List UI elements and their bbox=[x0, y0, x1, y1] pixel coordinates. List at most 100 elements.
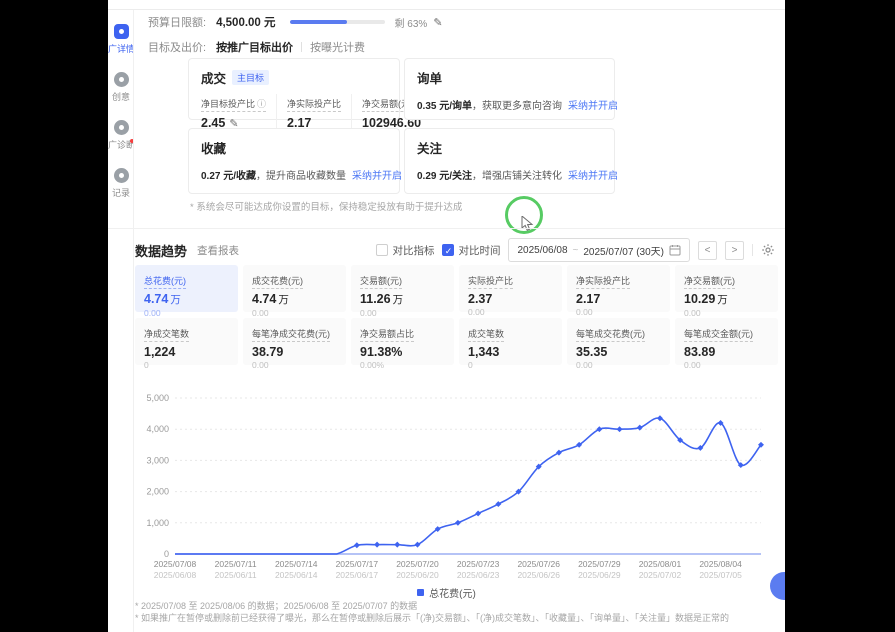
checkbox-checked-icon[interactable]: ✓ bbox=[442, 244, 454, 256]
svg-text:1,000: 1,000 bbox=[146, 518, 169, 528]
inquiry-price: 0.35 元/询单 bbox=[417, 101, 472, 112]
trend-chart[interactable]: 01,0002,0003,0004,0005,0002025/07/082025… bbox=[135, 388, 783, 585]
adopt-inquiry-link[interactable]: 采纳并开启 bbox=[568, 101, 618, 112]
budget-remaining: 剩 63% bbox=[395, 15, 428, 30]
metric-label: 每笔成交花费(元) bbox=[576, 327, 645, 342]
tab-bid-by-impression[interactable]: 按曝光计费 bbox=[310, 39, 365, 55]
metric-value: 4.74万 bbox=[144, 292, 229, 307]
metric-label: 成交笔数 bbox=[468, 327, 504, 342]
sidebar-item-creative[interactable]: 创意 bbox=[108, 72, 134, 103]
legend-label: 总花费(元) bbox=[429, 585, 476, 600]
chart-legend[interactable]: 总花费(元) bbox=[108, 585, 785, 600]
metric-value: 35.35 bbox=[576, 345, 661, 359]
edit-budget-icon[interactable]: ✎ bbox=[433, 16, 442, 29]
date-range-input[interactable]: 2025/06/08 ~ 2025/07/07 (30天) bbox=[508, 238, 690, 262]
metric-compare-value: 0.00 bbox=[252, 360, 337, 370]
metric-compare-value: 0.00 bbox=[684, 308, 769, 318]
metric-label: 每笔净成交花费(元) bbox=[252, 327, 330, 342]
next-period-button[interactable]: > bbox=[725, 241, 744, 260]
metric-compare-value: 0.00 bbox=[468, 307, 553, 317]
metric-value: 4.74万 bbox=[252, 292, 337, 307]
mouse-cursor-icon bbox=[521, 216, 535, 232]
deal-stat-1: 净实际投产比2.17 bbox=[276, 94, 351, 130]
metric-card-5[interactable]: 净交易额(元)10.29万0.00 bbox=[675, 265, 778, 312]
sidebar-item-label: 创意 bbox=[112, 90, 130, 103]
info-icon[interactable]: ⓘ bbox=[257, 97, 266, 110]
metric-card-6[interactable]: 净成交笔数1,2240 bbox=[135, 318, 238, 365]
trend-controls: 对比指标 ✓ 对比时间 2025/06/08 ~ 2025/07/07 (30天… bbox=[376, 238, 775, 262]
svg-text:2025/07/26: 2025/07/26 bbox=[517, 559, 560, 569]
svg-text:2025/07/17: 2025/07/17 bbox=[336, 559, 379, 569]
metric-card-3[interactable]: 实际投产比2.370.00 bbox=[459, 265, 562, 312]
metric-card-10[interactable]: 每笔成交花费(元)35.350.00 bbox=[567, 318, 670, 365]
metric-card-1[interactable]: 成交花费(元)4.74万0.00 bbox=[243, 265, 346, 312]
main-goal-badge: 主目标 bbox=[232, 70, 269, 85]
sidebar-item-diagnosis[interactable]: 广诊断 bbox=[108, 120, 134, 151]
prev-period-button[interactable]: < bbox=[698, 241, 717, 260]
compare-metric-checkbox[interactable]: 对比指标 bbox=[376, 243, 434, 258]
favorite-price: 0.27 元/收藏 bbox=[201, 171, 256, 182]
goal-footnote: * 系统会尽可能达成你设置的目标，保持稳定投放有助于提升达成 bbox=[190, 199, 462, 213]
metric-card-8[interactable]: 净交易额占比91.38%0.00% bbox=[351, 318, 454, 365]
metric-card-9[interactable]: 成交笔数1,3430 bbox=[459, 318, 562, 365]
budget-value: 4,500.00 元 bbox=[216, 14, 275, 30]
sidebar-item-promo-detail[interactable]: 广详情 bbox=[108, 24, 134, 55]
metric-label: 交易额(元) bbox=[360, 274, 402, 289]
budget-label: 预算日限额: bbox=[148, 14, 206, 30]
deal-stat-label: 净实际投产比 bbox=[287, 97, 341, 112]
compare-time-checkbox[interactable]: ✓ 对比时间 bbox=[442, 243, 500, 258]
adopt-favorite-link[interactable]: 采纳并开启 bbox=[352, 171, 402, 182]
checkbox-unchecked-icon[interactable] bbox=[376, 244, 388, 256]
trend-title: 数据趋势 bbox=[135, 241, 187, 260]
settings-gear-icon[interactable] bbox=[761, 243, 775, 257]
metric-card-4[interactable]: 净实际投产比2.170.00 bbox=[567, 265, 670, 312]
metric-value: 91.38% bbox=[360, 345, 445, 359]
sidebar-item-operation-log[interactable]: 记录 bbox=[108, 168, 134, 199]
metric-value: 10.29万 bbox=[684, 292, 769, 307]
follow-desc: 0.29 元/关注，增强店铺关注转化采纳并开启 bbox=[417, 167, 602, 182]
metric-value: 2.37 bbox=[468, 292, 553, 306]
metric-card-7[interactable]: 每笔净成交花费(元)38.790.00 bbox=[243, 318, 346, 365]
diagnosis-icon bbox=[114, 120, 129, 135]
svg-text:3,000: 3,000 bbox=[146, 455, 169, 465]
metric-card-0[interactable]: 总花费(元)4.74万0.00 bbox=[135, 265, 238, 312]
metric-label: 每笔成交金额(元) bbox=[684, 327, 753, 342]
deal-stat-label: 净目标投产比ⓘ bbox=[201, 97, 266, 112]
tab-bid-by-goal[interactable]: 按推广目标出价 bbox=[216, 39, 293, 55]
metric-label: 成交花费(元) bbox=[252, 274, 303, 289]
svg-text:2025/06/23: 2025/06/23 bbox=[457, 570, 500, 580]
svg-text:2025/06/17: 2025/06/17 bbox=[336, 570, 379, 580]
metric-value: 83.89 bbox=[684, 345, 769, 359]
operation-log-icon bbox=[114, 168, 129, 183]
creative-icon bbox=[114, 72, 129, 87]
svg-text:2025/07/29: 2025/07/29 bbox=[578, 559, 621, 569]
favorite-desc: 0.27 元/收藏，提升商品收藏数量采纳并开启 bbox=[201, 167, 387, 182]
tab-separator bbox=[301, 42, 302, 52]
metric-card-2[interactable]: 交易额(元)11.26万0.00 bbox=[351, 265, 454, 312]
view-report-link[interactable]: 查看报表 bbox=[197, 243, 239, 258]
inquiry-title: 询单 bbox=[417, 68, 602, 87]
svg-text:0: 0 bbox=[164, 549, 169, 559]
svg-text:2025/06/08: 2025/06/08 bbox=[154, 570, 197, 580]
metric-label: 净实际投产比 bbox=[576, 274, 630, 289]
follow-price: 0.29 元/关注 bbox=[417, 171, 472, 182]
adopt-follow-link[interactable]: 采纳并开启 bbox=[568, 171, 618, 182]
budget-row: 预算日限额: 4,500.00 元 剩 63% ✎ bbox=[148, 14, 443, 30]
goal-card-follow[interactable]: 关注 0.29 元/关注，增强店铺关注转化采纳并开启 bbox=[404, 128, 615, 194]
sidebar-item-label: 记录 bbox=[112, 186, 130, 199]
goal-card-deal[interactable]: 成交 主目标 净目标投产比ⓘ2.45✎净实际投产比2.17净交易额(元)1029… bbox=[188, 58, 400, 120]
goal-card-inquiry[interactable]: 询单 0.35 元/询单，获取更多意向咨询采纳并开启 bbox=[404, 58, 615, 120]
svg-text:2025/07/08: 2025/07/08 bbox=[154, 559, 197, 569]
inquiry-desc: 0.35 元/询单，获取更多意向咨询采纳并开启 bbox=[417, 97, 602, 112]
svg-text:2025/06/14: 2025/06/14 bbox=[275, 570, 318, 580]
sidebar-item-label: 广详情 bbox=[108, 42, 134, 55]
metric-compare-value: 0.00 bbox=[144, 308, 229, 318]
metric-label: 总花费(元) bbox=[144, 274, 186, 289]
goal-bid-label: 目标及出价: bbox=[148, 39, 206, 55]
svg-text:2025/06/20: 2025/06/20 bbox=[396, 570, 439, 580]
metric-card-11[interactable]: 每笔成交金额(元)83.890.00 bbox=[675, 318, 778, 365]
goal-card-favorite[interactable]: 收藏 0.27 元/收藏，提升商品收藏数量采纳并开启 bbox=[188, 128, 400, 194]
svg-text:2025/07/23: 2025/07/23 bbox=[457, 559, 500, 569]
favorite-title: 收藏 bbox=[201, 138, 387, 157]
promo-detail-icon bbox=[114, 24, 129, 39]
